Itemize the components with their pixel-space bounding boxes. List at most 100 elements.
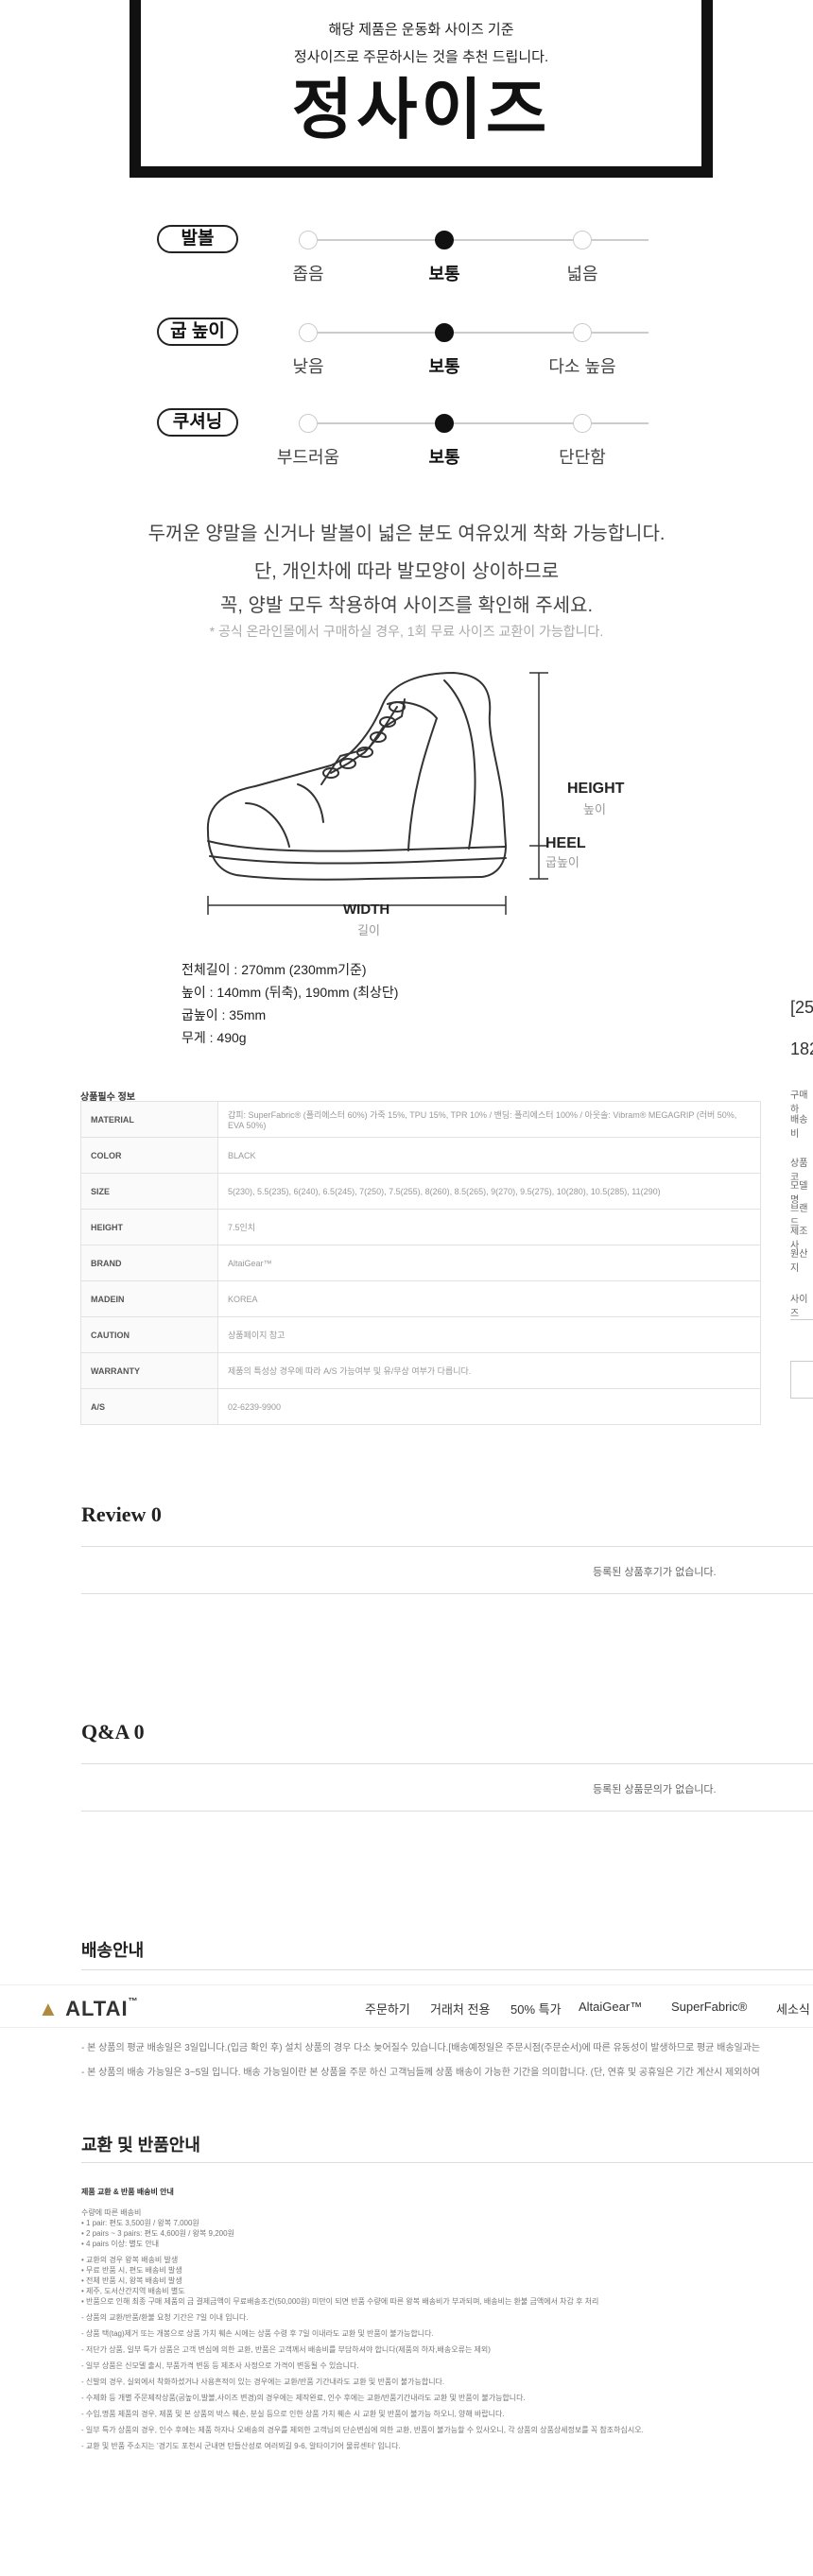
table-row: A/S 02-6239-9900	[80, 1388, 761, 1425]
size-select-label[interactable]: 사이즈	[790, 1291, 813, 1319]
nav-item-partner[interactable]: 거래처 전용	[430, 2000, 490, 2018]
scale-label-selected: 보통	[428, 357, 460, 376]
nav-item-superfabric[interactable]: SuperFabric®	[671, 2000, 747, 2014]
info-key: MATERIAL	[80, 1101, 218, 1138]
scale-line	[299, 422, 649, 424]
scale-label-selected: 보통	[428, 265, 460, 283]
info-value: AltaiGear™	[217, 1245, 761, 1281]
info-key: COLOR	[80, 1137, 218, 1174]
info-key: HEIGHT	[80, 1209, 218, 1245]
scale-label: 좁음	[292, 265, 324, 283]
size-box-line2: 정사이즈로 주문하시는 것을 추천 드립니다.	[293, 49, 549, 65]
table-row: HEIGHT 7.5인치	[80, 1209, 761, 1245]
review-title: Review 0	[81, 1503, 162, 1526]
scale-heel-height: 굽 높이 낮음 보통 다소 높음	[157, 318, 649, 393]
exchange-heading: 제품 교환 & 반품 배송비 안내	[81, 2188, 174, 2196]
side-label: 배송비	[790, 1115, 808, 1140]
exchange-line: - 교환 및 반품 주소지는 '경기도 포천시 군내면 탄들산성로 여러뫼길 9…	[81, 2442, 401, 2450]
side-price2: 182	[790, 1039, 813, 1058]
info-key: BRAND	[80, 1245, 218, 1281]
shipping-title: 배송안내	[81, 1941, 145, 1960]
qna-divider	[81, 1763, 813, 1764]
scale-tag: 쿠셔닝	[157, 408, 238, 437]
info-key: SIZE	[80, 1173, 218, 1210]
qna-divider	[81, 1811, 813, 1812]
size-box-heading: 정사이즈	[291, 73, 551, 146]
qna-title: Q&A 0	[81, 1720, 145, 1743]
qna-empty-message: 등록된 상품문의가 없습니다.	[593, 1784, 717, 1795]
exchange-line: • 교환의 경우 왕복 배송비 발생	[81, 2256, 179, 2264]
exchange-title: 교환 및 반품안내	[81, 2136, 200, 2155]
exchange-line: • 1 pair: 편도 3,500원 / 왕복 7,000원	[81, 2219, 199, 2227]
scale-dot	[299, 231, 318, 249]
height-sublabel: 높이	[583, 802, 606, 816]
exchange-line: - 신발의 경우, 실외에서 착화하셨거나 사용흔적이 있는 경우에는 교환/반…	[81, 2378, 445, 2386]
free-exchange-note: * 공식 온라인몰에서 구매하실 경우, 1회 무료 사이즈 교환이 가능합니다…	[209, 624, 604, 639]
info-key: MADEIN	[80, 1280, 218, 1317]
size-box-line1: 해당 제품은 운동화 사이즈 기준	[328, 22, 514, 38]
exchange-line: - 수입,명품 제품의 경우, 제품 및 본 상품의 박스 훼손, 분실 등으로…	[81, 2410, 505, 2418]
table-row: CAUTION 상품페이지 참고	[80, 1316, 761, 1353]
review-divider	[81, 1593, 813, 1594]
side-divider	[790, 1319, 813, 1320]
side-select-box[interactable]	[790, 1361, 813, 1399]
scale-dot	[573, 231, 592, 249]
brand-logo[interactable]: ▲ ALTAI™	[38, 1997, 139, 2021]
info-value: 5(230), 5.5(235), 6(240), 6.5(245), 7(25…	[217, 1173, 761, 1210]
info-value: 갑피: SuperFabric® (폴리에스터 60%) 가죽 15%, TPU…	[217, 1101, 761, 1138]
width-sublabel: 길이	[357, 923, 380, 937]
scale-label: 단단함	[559, 448, 606, 467]
exchange-line: • 반품으로 인해 최종 구매 제품의 금 결제금액이 무료배송조건(50,00…	[81, 2297, 599, 2306]
info-key: A/S	[80, 1388, 218, 1425]
exchange-line: • 무료 반품 시, 편도 배송비 발생	[81, 2266, 182, 2275]
table-row: MATERIAL 갑피: SuperFabric® (폴리에스터 60%) 가죽 …	[80, 1101, 761, 1138]
nav-item-sale[interactable]: 50% 특가	[510, 2000, 562, 2018]
heel-label: HEEL	[545, 835, 586, 851]
spec-length: 전체길이 : 270mm (230mm기준)	[182, 962, 367, 977]
table-row: WARRANTY 제품의 특성상 경우에 따라 A/S 가능여부 및 유/무상 여…	[80, 1352, 761, 1389]
review-empty-message: 등록된 상품후기가 없습니다.	[593, 1567, 717, 1578]
info-value: 상품페이지 참고	[217, 1316, 761, 1353]
scale-cushioning: 쿠셔닝 부드러움 보통 단단함	[157, 408, 649, 484]
heel-sublabel: 굽높이	[545, 855, 579, 869]
fit-description-line1: 두꺼운 양말을 신거나 발볼이 넓은 분도 여유있게 착화 가능합니다.	[147, 524, 666, 544]
scale-dot-selected	[435, 323, 454, 342]
spec-height: 높이 : 140mm (뒤축), 190mm (최상단)	[182, 985, 399, 1000]
side-label: 원산지	[790, 1249, 808, 1274]
boot-outline-icon	[206, 672, 507, 881]
scale-label: 부드러움	[276, 448, 340, 467]
scale-label: 넓음	[566, 265, 598, 283]
exchange-line: • 4 pairs 이상: 별도 안내	[81, 2240, 160, 2248]
exchange-line: - 일부 특가 상품의 경우, 인수 후에는 제품 하자나 오배송의 경우를 제…	[81, 2426, 644, 2434]
scale-dot	[299, 414, 318, 433]
nav-item-order[interactable]: 주문하기	[365, 2000, 410, 2018]
scale-dot	[573, 323, 592, 342]
side-price: [25	[790, 998, 813, 1017]
spec-weight: 무게 : 490g	[182, 1030, 247, 1045]
scale-tag: 발볼	[157, 225, 238, 253]
scale-label: 낮음	[292, 357, 324, 376]
info-value: 7.5인치	[217, 1209, 761, 1245]
nav-item-news[interactable]: 세소식	[776, 2000, 810, 2018]
exchange-line: • 전체 반품 시, 왕복 배송비 발생	[81, 2276, 182, 2285]
shipping-line1: - 본 상품의 평균 배송일은 3일입니다.(입금 확인 후) 설치 상품의 경…	[81, 2043, 761, 2053]
info-value: KOREA	[217, 1280, 761, 1317]
brand-logo-text: ALTAI	[65, 1997, 129, 2020]
exchange-line: • 제주, 도서산간지역 배송비 별도	[81, 2287, 185, 2295]
boot-size-diagram	[206, 672, 548, 915]
scale-dot	[573, 414, 592, 433]
fit-description-line3: 꼭, 양발 모두 착용하여 사이즈를 확인해 주세요.	[219, 595, 594, 616]
sticky-navbar: ▲ ALTAI™ 주문하기 거래처 전용 50% 특가 AltaiGear™ S…	[0, 1984, 813, 2028]
review-divider	[81, 1546, 813, 1547]
exchange-line: - 수제화 등 개별 주문제작상품(굽높이,발볼,사이즈 변경)의 경우에는 제…	[81, 2394, 526, 2402]
scale-tag: 굽 높이	[157, 318, 238, 346]
scale-label: 다소 높음	[548, 357, 616, 376]
shipping-line2: - 본 상품의 배송 가능일은 3~5일 입니다. 배송 가능일이란 본 상품을…	[81, 2068, 760, 2078]
nav-item-altaigear[interactable]: AltaiGear™	[579, 2000, 642, 2014]
width-label: WIDTH	[343, 902, 390, 918]
info-key: CAUTION	[80, 1316, 218, 1353]
exchange-line: - 상품의 교환/반품/환불 요청 기간은 7일 이내 입니다.	[81, 2313, 249, 2322]
spec-heel: 굽높이 : 35mm	[182, 1007, 267, 1022]
fit-description-line2: 단, 개인차에 따라 발모양이 상이하므로	[253, 561, 560, 582]
scale-dot-selected	[435, 231, 454, 249]
